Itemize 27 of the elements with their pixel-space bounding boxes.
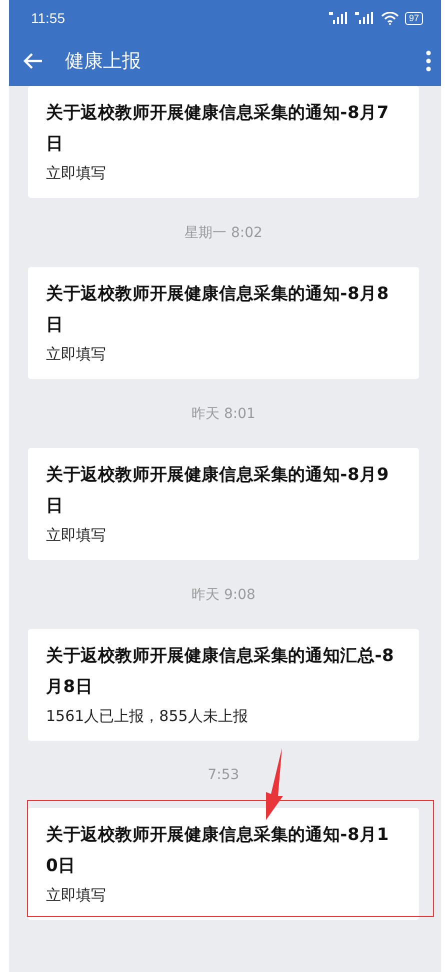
notice-card[interactable]: 关于返校教师开展健康信息采集的通知-8月7日 立即填写	[28, 86, 419, 198]
more-menu-icon[interactable]	[426, 50, 431, 72]
timestamp: 7:53	[208, 766, 240, 785]
page-title: 健康上报	[65, 49, 142, 74]
notice-action: 立即填写	[46, 344, 107, 365]
status-time: 11:55	[31, 10, 65, 26]
notice-action: 立即填写	[46, 163, 107, 184]
notice-action: 立即填写	[46, 885, 107, 906]
notice-action: 1561人已上报，855人未上报	[46, 706, 249, 727]
timestamp: 昨天 8:01	[192, 405, 256, 424]
signal-icon	[328, 12, 349, 24]
battery-level: 97	[404, 12, 423, 24]
notice-title: 关于返校教师开展健康信息采集的通知-8月9日	[46, 464, 390, 518]
signal-icon	[354, 12, 375, 24]
notice-card[interactable]: 关于返校教师开展健康信息采集的通知-8月9日 立即填写	[28, 448, 419, 560]
wifi-icon	[380, 12, 399, 24]
timestamp: 星期一 8:02	[184, 224, 262, 243]
notice-title: 关于返校教师开展健康信息采集的通知-8月7日	[46, 102, 390, 156]
notice-title: 关于返校教师开展健康信息采集的通知汇总-8月8日	[46, 645, 396, 699]
notice-title: 关于返校教师开展健康信息采集的通知-8月10日	[46, 824, 390, 878]
notice-action: 立即填写	[46, 525, 107, 546]
notice-card[interactable]: 关于返校教师开展健康信息采集的通知汇总-8月8日 1561人已上报，855人未上报	[28, 629, 419, 741]
notice-title: 关于返校教师开展健康信息采集的通知-8月8日	[46, 283, 390, 337]
back-arrow-icon[interactable]	[23, 52, 43, 70]
timestamp: 昨天 9:08	[192, 586, 256, 605]
notice-card[interactable]: 关于返校教师开展健康信息采集的通知-8月10日 立即填写	[28, 808, 419, 920]
notice-card[interactable]: 关于返校教师开展健康信息采集的通知-8月8日 立即填写	[28, 267, 419, 379]
